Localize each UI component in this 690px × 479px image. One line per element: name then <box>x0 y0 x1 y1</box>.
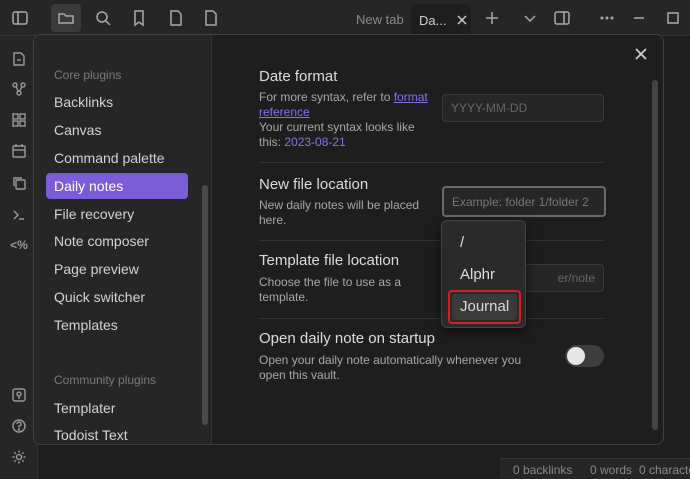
sidebar-item-canvas[interactable]: Canvas <box>46 117 188 143</box>
template-file-location-placeholder: er/note <box>557 271 595 285</box>
sidebar-item-todoist-text[interactable]: Todoist Text <box>46 422 188 444</box>
vault-icon[interactable] <box>10 386 28 404</box>
suggestion-journal[interactable]: Journal <box>460 298 509 315</box>
sidebar-item-label: Todoist Text <box>54 427 128 443</box>
sidebar-item-templater[interactable]: Templater <box>46 395 188 421</box>
date-format-desc-text: For more syntax, refer to <box>259 90 394 104</box>
sidebar-item-quick-switcher[interactable]: Quick switcher <box>46 284 188 310</box>
tab-label: New tab <box>356 11 404 27</box>
word-count: 0 words <box>590 463 633 477</box>
date-format-description: For more syntax, refer to format referen… <box>259 90 434 150</box>
template-file-location-description: Choose the file to use as a template. <box>259 275 402 304</box>
terminal-icon[interactable] <box>10 206 28 224</box>
copy-icon[interactable] <box>10 174 28 192</box>
close-icon[interactable] <box>456 14 468 26</box>
template-icon[interactable]: <% <box>10 236 28 254</box>
backlinks-count: 0 backlinks <box>513 463 573 477</box>
folder-suggestion-dropdown: / Alphr Journal <box>441 220 526 328</box>
minimize-icon[interactable] <box>629 8 649 28</box>
sidebar-item-command-palette[interactable]: Command palette <box>46 145 188 171</box>
maximize-icon[interactable] <box>663 8 683 28</box>
open-on-startup-description: Open your daily note automatically whene… <box>259 353 522 382</box>
tab-label: Da... <box>419 12 447 28</box>
file-icon[interactable] <box>201 8 221 28</box>
sidebar-item-page-preview[interactable]: Page preview <box>46 256 188 282</box>
plus-icon[interactable] <box>482 8 502 28</box>
new-file-location-description: New daily notes will be placed here. <box>259 198 420 227</box>
template-file-location-title: Template file location <box>259 252 400 269</box>
new-file-location-title: New file location <box>259 176 369 193</box>
sidebar-item-label: Page preview <box>54 261 139 277</box>
content-scrollbar[interactable] <box>652 80 658 430</box>
sidebar-item-label: Templates <box>54 317 118 333</box>
date-format-title: Date format <box>259 68 338 85</box>
sidebar-scrollbar[interactable] <box>202 185 208 425</box>
divider <box>259 162 604 163</box>
suggestion-alphr[interactable]: Alphr <box>460 266 495 283</box>
split-view-icon[interactable] <box>552 8 572 28</box>
sidebar-item-label: Quick switcher <box>54 289 146 305</box>
file-icon[interactable] <box>166 8 186 28</box>
core-plugins-heading: Core plugins <box>54 68 122 82</box>
sidebar-item-label: Templater <box>54 400 116 416</box>
suggestion-root[interactable]: / <box>460 234 464 251</box>
sidebar-item-daily-notes[interactable]: Daily notes <box>46 173 188 199</box>
help-circle-icon[interactable] <box>10 417 28 435</box>
toggle-knob <box>567 347 585 365</box>
close-button[interactable] <box>632 45 650 63</box>
open-on-startup-title: Open daily note on startup <box>259 330 435 347</box>
gear-icon[interactable] <box>10 448 28 466</box>
community-plugins-heading: Community plugins <box>54 373 157 387</box>
open-on-startup-toggle[interactable] <box>565 345 604 367</box>
folder-icon[interactable] <box>51 4 81 32</box>
status-bar: 0 backlinks 0 words 0 characters <box>500 458 690 479</box>
template-icon-label: <% <box>10 238 28 252</box>
graph-icon[interactable] <box>10 80 28 98</box>
more-icon[interactable] <box>597 8 617 28</box>
sidebar-item-label: Command palette <box>54 150 165 166</box>
current-syntax-value: 2023-08-21 <box>284 135 346 149</box>
calendar-icon[interactable] <box>10 142 28 160</box>
sidebar-item-label: Daily notes <box>54 178 124 194</box>
search-icon[interactable] <box>93 8 113 28</box>
character-count: 0 characters <box>639 463 690 477</box>
divider <box>259 318 604 319</box>
settings-modal: Core plugins Backlinks Canvas Command pa… <box>33 34 664 445</box>
sidebar-item-label: Note composer <box>54 233 149 249</box>
sidebar-item-file-recovery[interactable]: File recovery <box>46 201 188 227</box>
sidebar-item-label: Backlinks <box>54 94 114 110</box>
bookmark-icon[interactable] <box>129 8 149 28</box>
sidebar-item-templates[interactable]: Templates <box>46 312 188 338</box>
sidebar-item-backlinks[interactable]: Backlinks <box>46 89 188 115</box>
sidebar-item-label: Canvas <box>54 122 102 138</box>
file-switch-icon[interactable] <box>10 50 28 68</box>
new-file-location-input[interactable]: Example: folder 1/folder 2 <box>442 186 606 217</box>
tab-new-tab[interactable]: New tab <box>356 6 404 32</box>
divider <box>259 240 604 241</box>
sidebar-toggle-icon[interactable] <box>10 8 30 28</box>
new-file-location-placeholder: Example: folder 1/folder 2 <box>452 194 589 209</box>
date-format-input[interactable]: YYYY-MM-DD <box>442 94 604 122</box>
tab-daily-notes[interactable]: Da... <box>411 4 471 36</box>
title-bar: New tab Da... <box>0 0 690 36</box>
sidebar-item-label: File recovery <box>54 206 135 222</box>
date-format-placeholder: YYYY-MM-DD <box>451 101 528 115</box>
grid-icon[interactable] <box>10 111 28 129</box>
chevron-down-icon[interactable] <box>520 8 540 28</box>
settings-sidebar: Core plugins Backlinks Canvas Command pa… <box>34 35 212 444</box>
sidebar-item-note-composer[interactable]: Note composer <box>46 228 188 254</box>
